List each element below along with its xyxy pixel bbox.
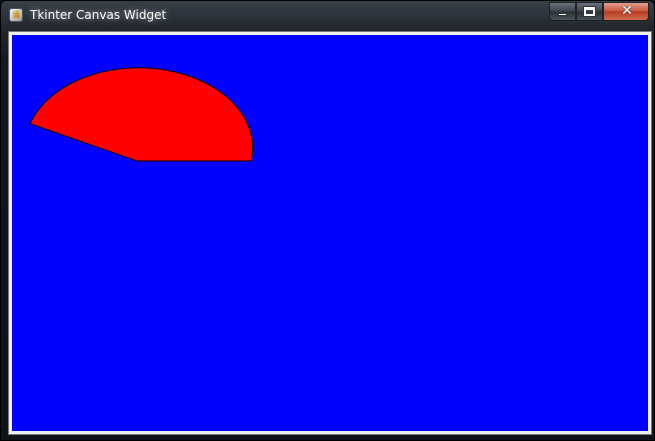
minimize-icon [558,13,567,16]
close-icon: ✕ [621,3,633,19]
canvas[interactable] [12,35,648,431]
window-controls: ✕ [549,2,649,21]
maximize-icon [583,6,596,17]
minimize-button[interactable] [549,2,576,21]
title-bar[interactable]: Tkinter Canvas Widget ✕ [1,1,654,31]
app-icon[interactable] [9,8,23,22]
app-window: Tkinter Canvas Widget ✕ [0,0,655,441]
client-area [8,31,652,435]
red-pieslice [29,67,254,162]
canvas-drawing [29,67,254,162]
window-title: Tkinter Canvas Widget [30,8,167,22]
maximize-button[interactable] [576,2,603,21]
close-button[interactable]: ✕ [603,2,649,21]
